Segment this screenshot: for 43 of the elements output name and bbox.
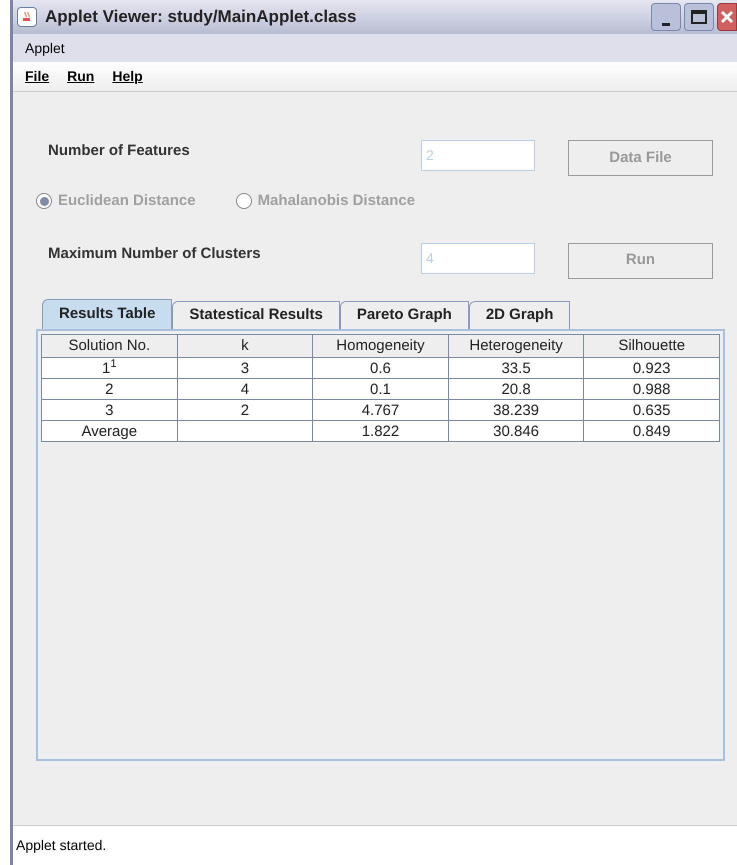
table-cell: 0.1 — [370, 380, 391, 398]
table-cell: 4 — [240, 380, 250, 398]
table-cell: 33.5 — [501, 360, 531, 376]
window-title: Applet Viewer: study/MainApplet.class — [45, 6, 356, 28]
column-header[interactable]: Solution No. — [42, 334, 178, 358]
table-cell: 0.923 — [632, 360, 670, 376]
minimize-button[interactable] — [651, 3, 681, 31]
table-cell: 20.8 — [501, 380, 531, 398]
table-cell: 4.767 — [362, 402, 400, 418]
table-cell: 3 — [240, 360, 250, 376]
table-cell: 3 — [105, 402, 114, 418]
tab[interactable]: Pareto Graph — [340, 300, 469, 328]
table-cell: 30.846 — [493, 422, 540, 440]
maximize-button[interactable] — [684, 3, 714, 31]
menu-item[interactable]: Run — [67, 66, 94, 87]
tab[interactable]: Results Table — [42, 298, 172, 328]
table-cell: 1.822 — [362, 422, 400, 440]
field-label: Number of Features — [47, 141, 191, 161]
table-cell: 1$^{1}$ — [102, 360, 117, 376]
maximize-icon — [691, 10, 707, 24]
menu-item[interactable]: File — [25, 66, 50, 87]
tab[interactable]: Statestical Results — [172, 300, 340, 328]
column-header[interactable]: Homogeneity — [312, 334, 448, 358]
status-text: Applet started. — [16, 836, 106, 855]
close-button[interactable] — [717, 3, 737, 31]
table-cell: 2 — [240, 402, 250, 418]
table-cell: 0.6 — [370, 360, 391, 376]
menu-item[interactable]: Help — [112, 66, 143, 87]
java-cup-icon — [17, 7, 37, 27]
field-label: Maximum Number of Clusters — [47, 244, 262, 264]
close-icon — [719, 9, 735, 25]
column-header[interactable]: k — [177, 334, 313, 358]
column-header[interactable]: Silhouette — [584, 334, 720, 358]
table-cell: 0.635 — [632, 402, 670, 418]
table-cell: 0.988 — [632, 380, 670, 398]
tab[interactable]: 2D Graph — [468, 300, 570, 328]
table-cell: 38.239 — [493, 402, 540, 418]
table-cell: Average — [81, 422, 138, 440]
column-header[interactable]: Heterogeneity — [448, 334, 584, 358]
minimize-icon — [662, 23, 670, 26]
table-cell: 0.849 — [632, 422, 670, 440]
table-cell: 2 — [105, 380, 114, 398]
menu-item[interactable]: Applet — [25, 38, 65, 58]
